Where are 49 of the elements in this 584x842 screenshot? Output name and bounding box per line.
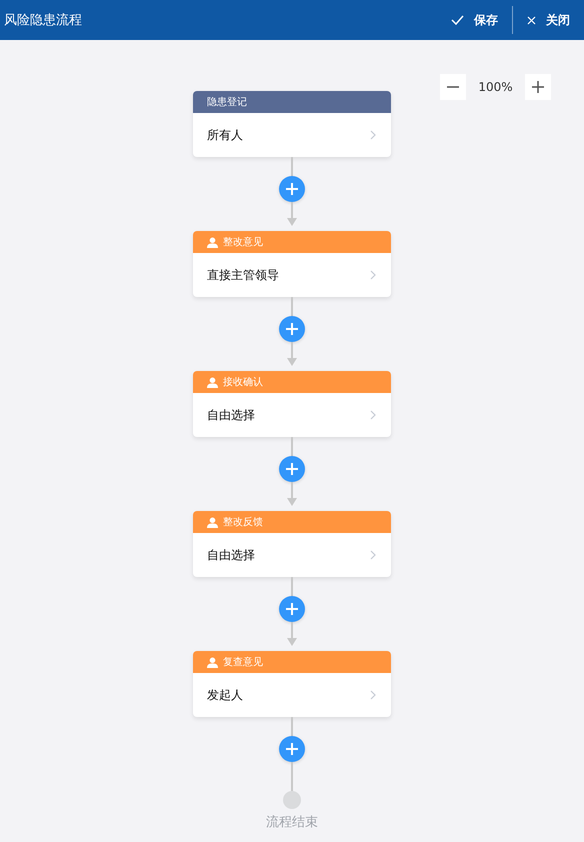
- close-button[interactable]: 关闭: [525, 8, 572, 32]
- page-title: 风险隐患流程: [4, 12, 82, 29]
- chevron-right-icon: [370, 270, 376, 280]
- node-title: 复查意见: [223, 656, 263, 669]
- chevron-right-icon: [370, 410, 376, 420]
- node-assignee: 发起人: [207, 686, 243, 704]
- check-icon: [451, 15, 464, 25]
- node-card[interactable]: 接收确认 自由选择: [193, 371, 391, 437]
- node-card[interactable]: 整改意见 直接主管领导: [193, 231, 391, 297]
- person-icon: [207, 236, 218, 248]
- connector-arrow: [287, 342, 297, 366]
- node-title: 整改反馈: [223, 516, 263, 529]
- add-node-button[interactable]: [279, 456, 305, 482]
- zoom-out-button[interactable]: [440, 74, 466, 100]
- node-assignee: 所有人: [207, 126, 243, 144]
- end-label: 流程结束: [266, 814, 318, 831]
- add-node-button[interactable]: [279, 736, 305, 762]
- save-button[interactable]: 保存: [449, 8, 500, 32]
- zoom-in-button[interactable]: [525, 74, 551, 100]
- person-icon: [207, 516, 218, 528]
- zoom-level: 100%: [477, 80, 514, 94]
- end-node: [283, 791, 301, 809]
- node-title: 隐患登记: [207, 96, 247, 109]
- node-assignee: 自由选择: [207, 406, 255, 424]
- plus-icon: [285, 322, 299, 336]
- chevron-right-icon: [370, 130, 376, 140]
- person-icon: [207, 656, 218, 668]
- person-icon: [207, 376, 218, 388]
- add-node-button[interactable]: [279, 316, 305, 342]
- connector-arrow: [287, 622, 297, 646]
- node-card[interactable]: 复查意见 发起人: [193, 651, 391, 717]
- node-title: 整改意见: [223, 236, 263, 249]
- node-assignee: 直接主管领导: [207, 266, 279, 284]
- plus-icon: [285, 462, 299, 476]
- node-assignee: 自由选择: [207, 546, 255, 564]
- chevron-right-icon: [370, 550, 376, 560]
- plus-icon: [285, 742, 299, 756]
- chevron-right-icon: [370, 690, 376, 700]
- plus-icon: [285, 602, 299, 616]
- node-card[interactable]: 隐患登记 所有人: [193, 91, 391, 157]
- connector-arrow: [287, 202, 297, 226]
- plus-icon: [285, 182, 299, 196]
- node-card[interactable]: 整改反馈 自由选择: [193, 511, 391, 577]
- add-node-button[interactable]: [279, 596, 305, 622]
- node-title: 接收确认: [223, 376, 263, 389]
- add-node-button[interactable]: [279, 176, 305, 202]
- connector-arrow: [287, 482, 297, 506]
- plus-icon: [531, 80, 545, 94]
- close-icon: [527, 16, 536, 24]
